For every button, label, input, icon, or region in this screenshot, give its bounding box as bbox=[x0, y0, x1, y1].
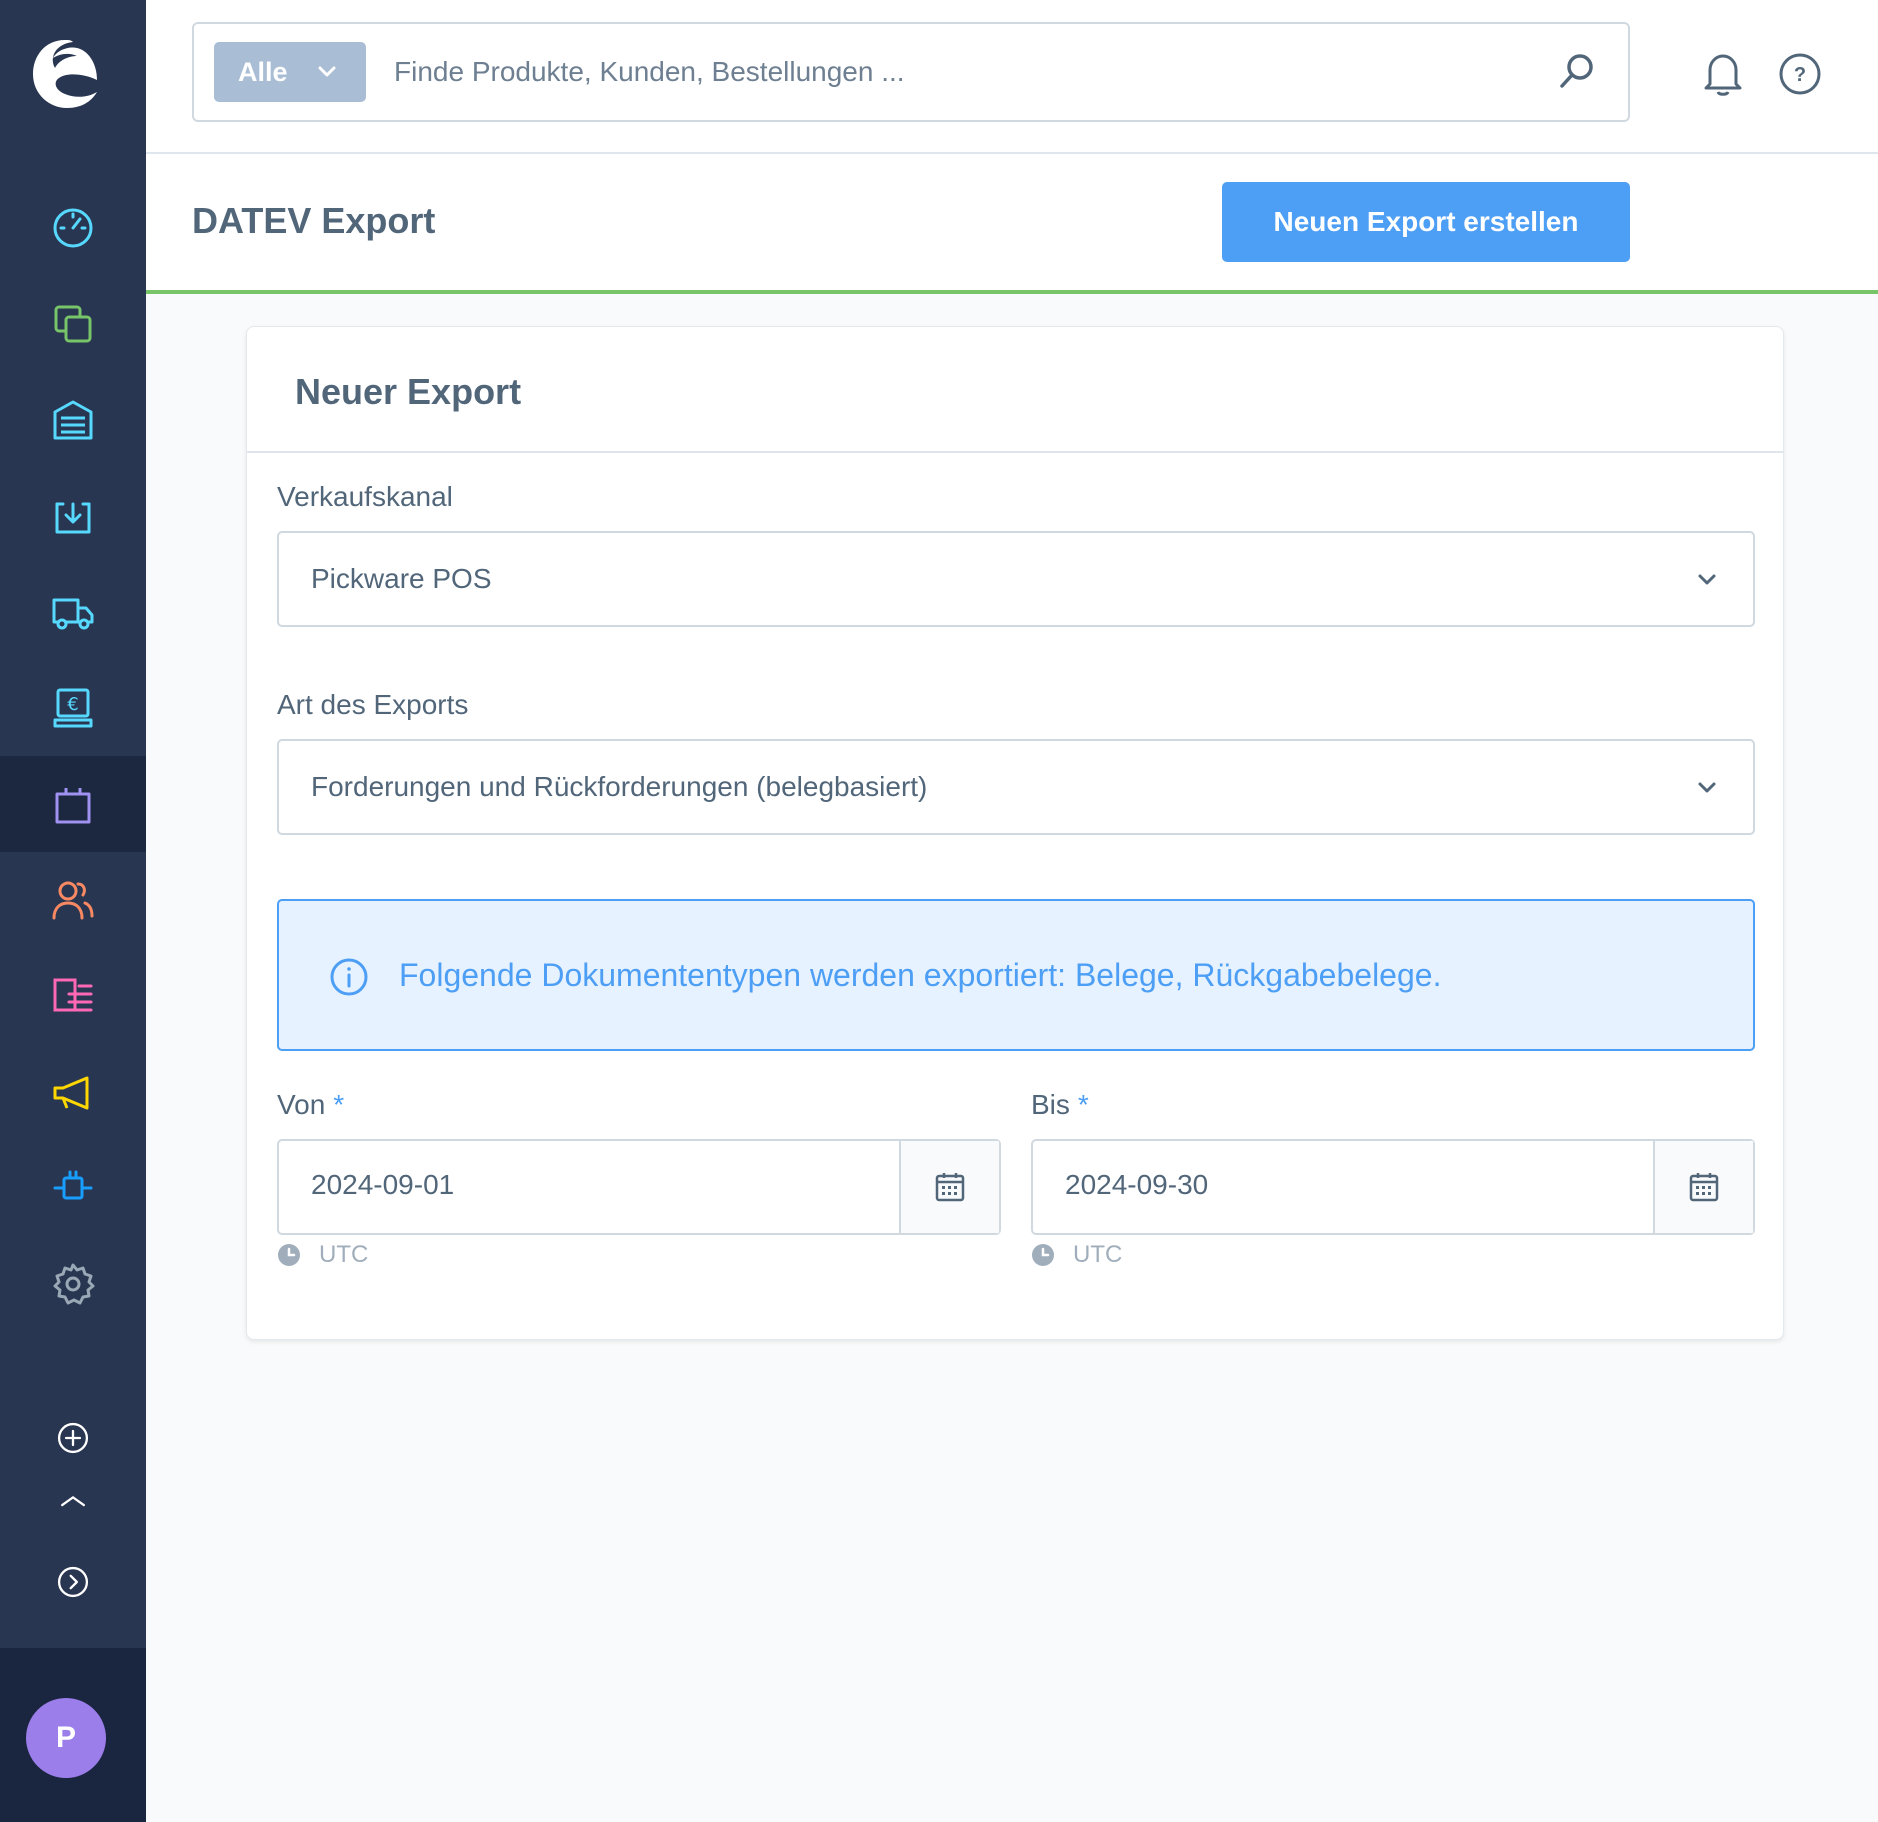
stock-in-icon bbox=[55, 502, 91, 534]
megaphone-icon bbox=[53, 1076, 89, 1110]
sidebar-item-dashboard[interactable] bbox=[0, 180, 146, 276]
calendar-icon bbox=[1689, 1173, 1719, 1202]
shopping-bag-icon bbox=[55, 788, 91, 824]
from-calendar-button[interactable] bbox=[899, 1141, 999, 1233]
help-icon[interactable]: ? bbox=[1778, 52, 1822, 96]
shopware-logo-icon[interactable] bbox=[29, 36, 101, 112]
content-list-icon bbox=[53, 978, 93, 1012]
bell-icon[interactable] bbox=[1700, 50, 1746, 98]
to-date-input[interactable] bbox=[1065, 1169, 1625, 1201]
search-type-select[interactable]: Alle bbox=[214, 42, 366, 102]
svg-text:€: € bbox=[67, 694, 78, 715]
chevron-down-icon bbox=[1698, 782, 1716, 793]
sidebar-item-catalogues[interactable] bbox=[0, 276, 146, 372]
sidebar-item-warehouse[interactable] bbox=[0, 372, 146, 468]
cash-register-icon: € bbox=[53, 688, 93, 728]
sidebar-item-customers[interactable] bbox=[0, 852, 146, 948]
search-input[interactable] bbox=[394, 42, 1544, 102]
search-type-label: Alle bbox=[238, 56, 288, 87]
chevron-up-icon bbox=[61, 1495, 85, 1507]
to-timezone-text: UTC bbox=[1073, 1241, 1123, 1268]
info-text: Folgende Dokumententypen werden exportie… bbox=[399, 957, 1442, 993]
sidebar-item-receiving[interactable] bbox=[0, 468, 146, 564]
from-timezone: UTC bbox=[277, 1241, 368, 1269]
users-icon bbox=[52, 881, 94, 920]
clock-icon bbox=[1032, 1244, 1054, 1266]
info-icon bbox=[330, 958, 368, 996]
avatar[interactable]: P bbox=[26, 1698, 106, 1778]
new-export-card: Neuer Export Verkaufskanal Pickware POS … bbox=[246, 326, 1784, 1340]
gear-icon bbox=[53, 1263, 95, 1305]
sidebar-item-marketing[interactable] bbox=[0, 1044, 146, 1140]
from-label-text: Von bbox=[277, 1089, 326, 1120]
to-label: Bis * bbox=[1031, 1089, 1089, 1121]
sales-channel-label: Verkaufskanal bbox=[277, 481, 453, 512]
sales-channel-value: Pickware POS bbox=[311, 563, 492, 594]
sidebar-item-orders[interactable] bbox=[0, 756, 146, 852]
plug-icon bbox=[53, 1170, 93, 1200]
to-label-text: Bis bbox=[1031, 1089, 1070, 1120]
from-date-input[interactable] bbox=[311, 1169, 871, 1201]
warehouse-icon bbox=[53, 400, 93, 440]
from-date-field bbox=[277, 1139, 1001, 1235]
sidebar-scroll-up[interactable] bbox=[0, 1482, 146, 1522]
topbar: Alle ? bbox=[146, 0, 1878, 154]
search-bar: Alle bbox=[192, 22, 1630, 122]
gauge-icon bbox=[53, 208, 93, 248]
sales-channel-select[interactable]: Pickware POS bbox=[277, 531, 1755, 627]
to-calendar-button[interactable] bbox=[1653, 1141, 1753, 1233]
sidebar-item-shipping[interactable] bbox=[0, 564, 146, 660]
search-icon[interactable] bbox=[1556, 50, 1598, 92]
calendar-icon bbox=[935, 1173, 965, 1202]
required-marker: * bbox=[1077, 1089, 1089, 1120]
sidebar-expand-button[interactable] bbox=[0, 1534, 146, 1630]
export-type-label: Art des Exports bbox=[277, 689, 469, 720]
copy-icon bbox=[54, 305, 92, 343]
sidebar-item-content[interactable] bbox=[0, 948, 146, 1044]
card-header: Neuer Export bbox=[247, 327, 1783, 453]
page-header: DATEV Export Neuen Export erstellen bbox=[146, 154, 1878, 294]
sidebar-add-button[interactable] bbox=[0, 1390, 146, 1486]
required-marker: * bbox=[333, 1089, 345, 1120]
sidebar: € P bbox=[0, 0, 146, 1822]
export-type-value: Forderungen und Rückforderungen (belegba… bbox=[311, 771, 928, 802]
chevron-right-circle-icon bbox=[57, 1566, 89, 1598]
sidebar-item-pos[interactable]: € bbox=[0, 660, 146, 756]
to-date-field bbox=[1031, 1139, 1755, 1235]
page-title: DATEV Export bbox=[192, 200, 436, 241]
from-label: Von * bbox=[277, 1089, 344, 1121]
from-timezone-text: UTC bbox=[319, 1241, 369, 1268]
export-type-select[interactable]: Forderungen und Rückforderungen (belegba… bbox=[277, 739, 1755, 835]
chevron-down-icon bbox=[1698, 574, 1716, 585]
plus-circle-icon bbox=[57, 1422, 89, 1454]
clock-icon bbox=[278, 1244, 300, 1266]
svg-text:?: ? bbox=[1794, 64, 1806, 86]
info-alert: Folgende Dokumententypen werden exportie… bbox=[277, 899, 1755, 1051]
chevron-down-icon bbox=[318, 66, 336, 77]
truck-icon bbox=[52, 598, 94, 630]
to-timezone: UTC bbox=[1031, 1241, 1122, 1269]
sidebar-item-settings[interactable] bbox=[0, 1236, 146, 1332]
sidebar-item-extensions[interactable] bbox=[0, 1140, 146, 1236]
card-title: Neuer Export bbox=[295, 371, 522, 412]
create-export-button[interactable]: Neuen Export erstellen bbox=[1222, 182, 1630, 262]
